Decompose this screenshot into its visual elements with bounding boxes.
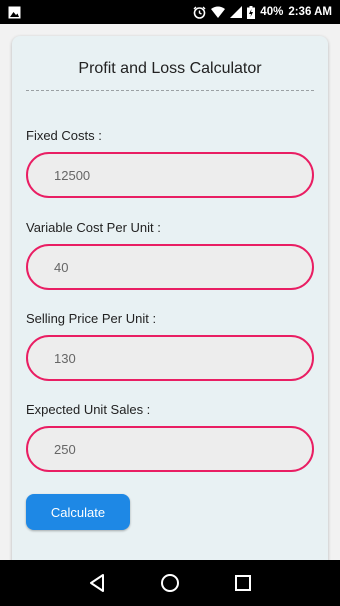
fixed-costs-label: Fixed Costs : xyxy=(26,128,102,143)
alarm-icon xyxy=(193,6,206,19)
battery-charging-icon xyxy=(247,5,256,19)
expected-sales-input[interactable] xyxy=(26,426,314,472)
recents-icon[interactable] xyxy=(227,567,259,599)
home-icon[interactable] xyxy=(154,567,186,599)
variable-cost-label: Variable Cost Per Unit : xyxy=(26,220,161,235)
image-notification-icon xyxy=(8,6,21,19)
clock: 2:36 AM xyxy=(288,6,332,18)
signal-icon xyxy=(230,6,243,18)
back-icon[interactable] xyxy=(81,567,113,599)
expected-sales-label: Expected Unit Sales : xyxy=(26,402,151,417)
page-title: Profit and Loss Calculator xyxy=(78,60,262,77)
navigation-bar xyxy=(0,560,340,606)
variable-cost-input[interactable] xyxy=(26,244,314,290)
battery-percent: 40% xyxy=(260,6,284,18)
calculator-card: Profit and Loss Calculator Fixed Costs :… xyxy=(12,36,328,576)
title-divider xyxy=(26,90,314,91)
fixed-costs-input[interactable] xyxy=(26,152,314,198)
selling-price-label: Selling Price Per Unit : xyxy=(26,311,157,326)
wifi-icon xyxy=(211,6,226,18)
status-bar: 40% 2:36 AM xyxy=(0,0,340,24)
calculate-button[interactable]: Calculate xyxy=(26,494,130,530)
selling-price-input[interactable] xyxy=(26,335,314,381)
